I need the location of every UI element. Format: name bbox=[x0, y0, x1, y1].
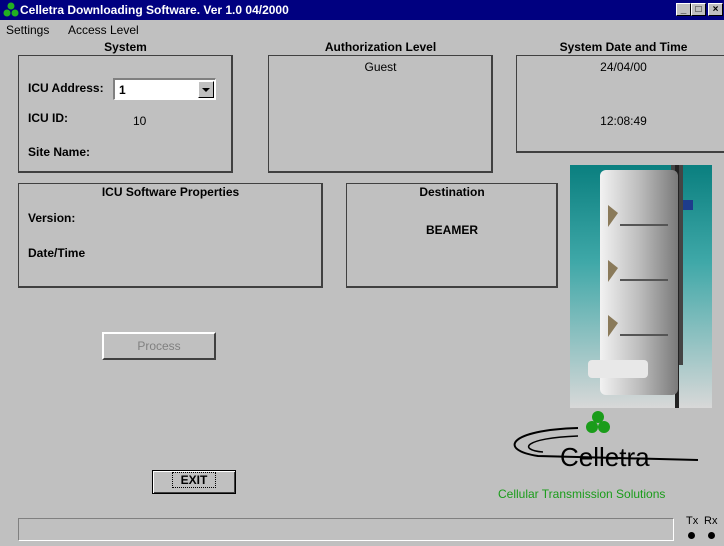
rx-label: Rx bbox=[704, 515, 718, 527]
status-bar bbox=[18, 518, 674, 541]
rx-indicator bbox=[708, 532, 715, 539]
logo-tagline: Cellular Transmission Solutions bbox=[498, 487, 666, 501]
site-name-label: Site Name: bbox=[28, 145, 91, 159]
dropdown-button[interactable] bbox=[198, 81, 214, 98]
menu-bar: Settings Access Level bbox=[0, 20, 724, 38]
destination-title: Destination bbox=[419, 185, 485, 199]
menu-settings[interactable]: Settings bbox=[6, 23, 49, 37]
software-datetime-label: Date/Time bbox=[28, 246, 86, 260]
window-title: Celletra Downloading Software. Ver 1.0 0… bbox=[20, 3, 289, 17]
title-bar: Celletra Downloading Software. Ver 1.0 0… bbox=[0, 0, 724, 20]
process-button[interactable]: Process bbox=[102, 332, 216, 360]
antenna-product-image bbox=[570, 165, 712, 408]
authorization-title: Authorization Level bbox=[324, 40, 437, 54]
icu-id-value: 10 bbox=[133, 114, 147, 128]
logo-wordmark: Celletra bbox=[560, 442, 650, 472]
authorization-value: Guest bbox=[364, 60, 397, 74]
exit-button[interactable]: EXIT bbox=[152, 470, 236, 494]
chevron-down-icon bbox=[202, 88, 210, 92]
system-date: 24/04/00 bbox=[600, 60, 647, 74]
menu-access-level[interactable]: Access Level bbox=[68, 23, 139, 37]
icu-address-value: 1 bbox=[119, 83, 126, 97]
minimize-button[interactable]: _ bbox=[676, 3, 691, 16]
system-title: System bbox=[104, 40, 147, 54]
datetime-title: System Date and Time bbox=[559, 40, 688, 54]
icu-id-label: ICU ID: bbox=[28, 111, 68, 125]
tx-label: Tx bbox=[686, 515, 699, 527]
software-title: ICU Software Properties bbox=[101, 185, 240, 199]
exit-button-label: EXIT bbox=[171, 472, 217, 488]
maximize-button[interactable]: □ bbox=[691, 3, 706, 16]
tx-indicator bbox=[688, 532, 695, 539]
version-label: Version: bbox=[28, 211, 76, 225]
close-button[interactable]: × bbox=[708, 3, 723, 16]
system-time: 12:08:49 bbox=[600, 114, 647, 128]
icu-address-select[interactable]: 1 bbox=[113, 78, 216, 100]
icu-address-label: ICU Address: bbox=[28, 81, 104, 95]
app-logo-icon bbox=[3, 2, 19, 17]
destination-value: BEAMER bbox=[425, 223, 478, 237]
